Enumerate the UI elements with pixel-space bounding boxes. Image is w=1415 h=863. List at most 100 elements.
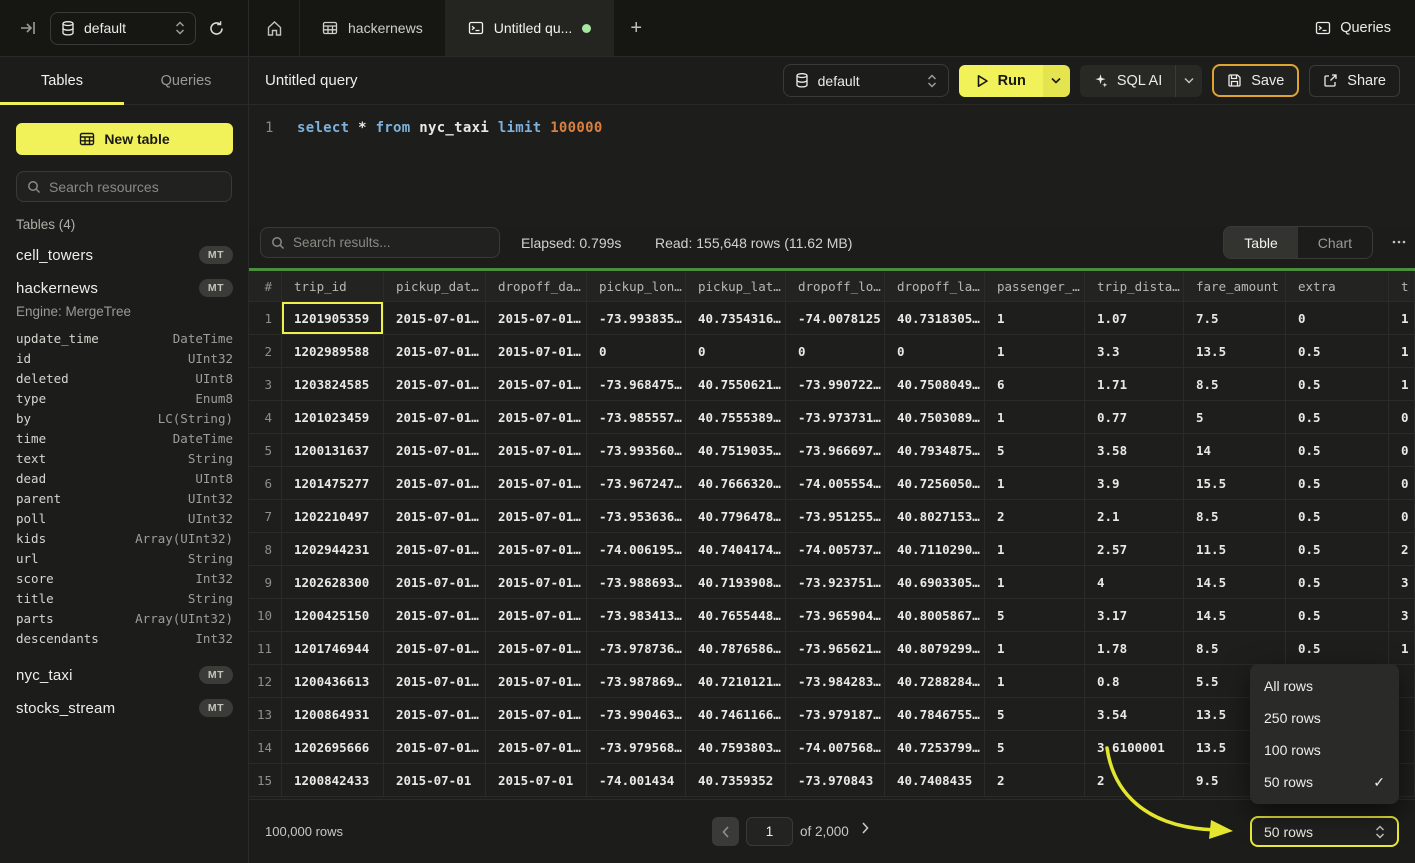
table-cell[interactable]: 1.78 — [1085, 632, 1184, 665]
table-cell[interactable]: -73.953636… — [587, 500, 686, 533]
table-cell[interactable]: 2 — [1389, 533, 1415, 566]
table-cell[interactable]: 3.54 — [1085, 698, 1184, 731]
table-cell[interactable]: 2 — [1085, 764, 1184, 797]
menu-item-100-rows[interactable]: 100 rows — [1250, 734, 1399, 766]
view-toggle-table[interactable]: Table — [1224, 227, 1297, 258]
collapse-sidebar-icon[interactable] — [20, 20, 36, 36]
table-cell[interactable]: 1201475277 — [282, 467, 384, 500]
table-cell[interactable]: 40.7655448… — [686, 599, 786, 632]
table-cell[interactable]: 1201023459 — [282, 401, 384, 434]
table-cell[interactable]: 2015-07-01 — [384, 764, 486, 797]
grid-header-cell[interactable]: dropoff_lo… — [786, 271, 885, 302]
table-cell[interactable]: 3.58 — [1085, 434, 1184, 467]
table-cell[interactable]: 40.7288284… — [885, 665, 985, 698]
table-cell[interactable]: -73.993835… — [587, 302, 686, 335]
table-cell[interactable]: 0 — [1389, 500, 1415, 533]
table-cell[interactable]: 2015-07-01… — [486, 335, 587, 368]
table-cell[interactable]: 1 — [985, 665, 1085, 698]
table-cell[interactable]: 14.5 — [1184, 566, 1286, 599]
grid-header-cell[interactable]: fare_amount — [1184, 271, 1286, 302]
table-cell[interactable]: 5 — [985, 599, 1085, 632]
table-cell[interactable]: 1.71 — [1085, 368, 1184, 401]
table-cell[interactable]: 5 — [1184, 401, 1286, 434]
table-cell[interactable]: 2015-07-01… — [486, 665, 587, 698]
table-cell[interactable]: 2015-07-01… — [486, 731, 587, 764]
table-cell[interactable]: 2015-07-01… — [384, 335, 486, 368]
results-more-icon[interactable] — [1391, 234, 1407, 250]
table-cell[interactable]: 2015-07-01… — [384, 467, 486, 500]
table-cell[interactable]: 2015-07-01… — [384, 632, 486, 665]
table-cell[interactable]: 1200436613 — [282, 665, 384, 698]
table-cell[interactable]: 0 — [885, 335, 985, 368]
table-cell[interactable]: 40.7508049… — [885, 368, 985, 401]
table-cell[interactable]: 0.5 — [1286, 599, 1389, 632]
table-cell[interactable]: -73.965621… — [786, 632, 885, 665]
table-cell[interactable]: 40.7110290… — [885, 533, 985, 566]
sidebar-item-stocks-stream[interactable]: stocks_stream MT — [0, 692, 249, 724]
results-search-input[interactable] — [293, 235, 489, 250]
table-cell[interactable]: -73.988693… — [587, 566, 686, 599]
table-cell[interactable]: 40.7354316… — [686, 302, 786, 335]
table-cell[interactable]: 2015-07-01… — [486, 500, 587, 533]
table-cell[interactable]: 2015-07-01… — [384, 698, 486, 731]
table-cell[interactable]: 2015-07-01… — [384, 434, 486, 467]
page-number-input[interactable] — [746, 817, 793, 846]
table-cell[interactable]: 1200842433 — [282, 764, 384, 797]
table-cell[interactable]: 40.7256050… — [885, 467, 985, 500]
table-cell[interactable]: 5 — [985, 698, 1085, 731]
table-cell[interactable]: 1 — [1389, 632, 1415, 665]
table-cell[interactable]: 2015-07-01… — [486, 434, 587, 467]
table-cell[interactable]: -73.983413… — [587, 599, 686, 632]
tab-untitled-query[interactable]: Untitled qu... — [446, 0, 615, 56]
table-cell[interactable]: -73.987869… — [587, 665, 686, 698]
table-cell[interactable]: 11.5 — [1184, 533, 1286, 566]
table-cell[interactable]: 3 — [1389, 599, 1415, 632]
table-cell[interactable]: 1202989588 — [282, 335, 384, 368]
table-cell[interactable]: 5 — [985, 731, 1085, 764]
table-cell[interactable]: 0 — [1389, 467, 1415, 500]
table-cell[interactable]: 1 — [985, 302, 1085, 335]
table-cell[interactable]: 2 — [985, 500, 1085, 533]
table-cell[interactable]: 40.7253799… — [885, 731, 985, 764]
share-button[interactable]: Share — [1309, 65, 1400, 97]
table-cell[interactable]: -74.005737… — [786, 533, 885, 566]
sidebar-search-input[interactable] — [49, 179, 221, 195]
queries-button[interactable]: Queries — [1315, 0, 1391, 56]
table-cell[interactable]: 1 — [985, 632, 1085, 665]
table-cell[interactable]: 40.7519035… — [686, 434, 786, 467]
table-cell[interactable]: -73.965904… — [786, 599, 885, 632]
table-cell[interactable]: 1 — [985, 401, 1085, 434]
table-cell[interactable]: 40.7503089… — [885, 401, 985, 434]
table-cell[interactable]: 2 — [985, 764, 1085, 797]
table-cell[interactable]: 5 — [985, 434, 1085, 467]
sidebar-tab-queries[interactable]: Queries — [124, 57, 248, 104]
page-size-select[interactable]: 50 rows — [1250, 816, 1399, 847]
grid-header-cell[interactable]: pickup_lat… — [686, 271, 786, 302]
table-cell[interactable]: 1202628300 — [282, 566, 384, 599]
table-cell[interactable]: -73.967247… — [587, 467, 686, 500]
run-options-button[interactable] — [1043, 65, 1070, 97]
table-cell[interactable]: 1 — [1389, 302, 1415, 335]
table-cell[interactable]: 1200131637 — [282, 434, 384, 467]
table-cell[interactable]: 0 — [786, 335, 885, 368]
table-cell[interactable]: 1 — [985, 533, 1085, 566]
results-search[interactable] — [260, 227, 500, 258]
table-cell[interactable]: 2.1 — [1085, 500, 1184, 533]
table-cell[interactable]: -73.990722… — [786, 368, 885, 401]
table-cell[interactable]: -74.005554… — [786, 467, 885, 500]
table-cell[interactable]: 3.9 — [1085, 467, 1184, 500]
grid-header-cell[interactable]: t — [1389, 271, 1415, 302]
table-cell[interactable]: -73.966697… — [786, 434, 885, 467]
table-cell[interactable]: 0.5 — [1286, 401, 1389, 434]
table-cell[interactable]: 0.5 — [1286, 434, 1389, 467]
grid-index-header[interactable]: # — [249, 271, 282, 302]
sidebar-search[interactable] — [16, 171, 232, 202]
sql-ai-options-button[interactable] — [1175, 65, 1202, 97]
table-cell[interactable]: 0 — [686, 335, 786, 368]
table-cell[interactable]: 0 — [1389, 434, 1415, 467]
table-cell[interactable]: 8.5 — [1184, 632, 1286, 665]
table-cell[interactable]: 14 — [1184, 434, 1286, 467]
save-button[interactable]: Save — [1212, 64, 1299, 97]
grid-header-cell[interactable]: dropoff_da… — [486, 271, 587, 302]
menu-item-250-rows[interactable]: 250 rows — [1250, 702, 1399, 734]
